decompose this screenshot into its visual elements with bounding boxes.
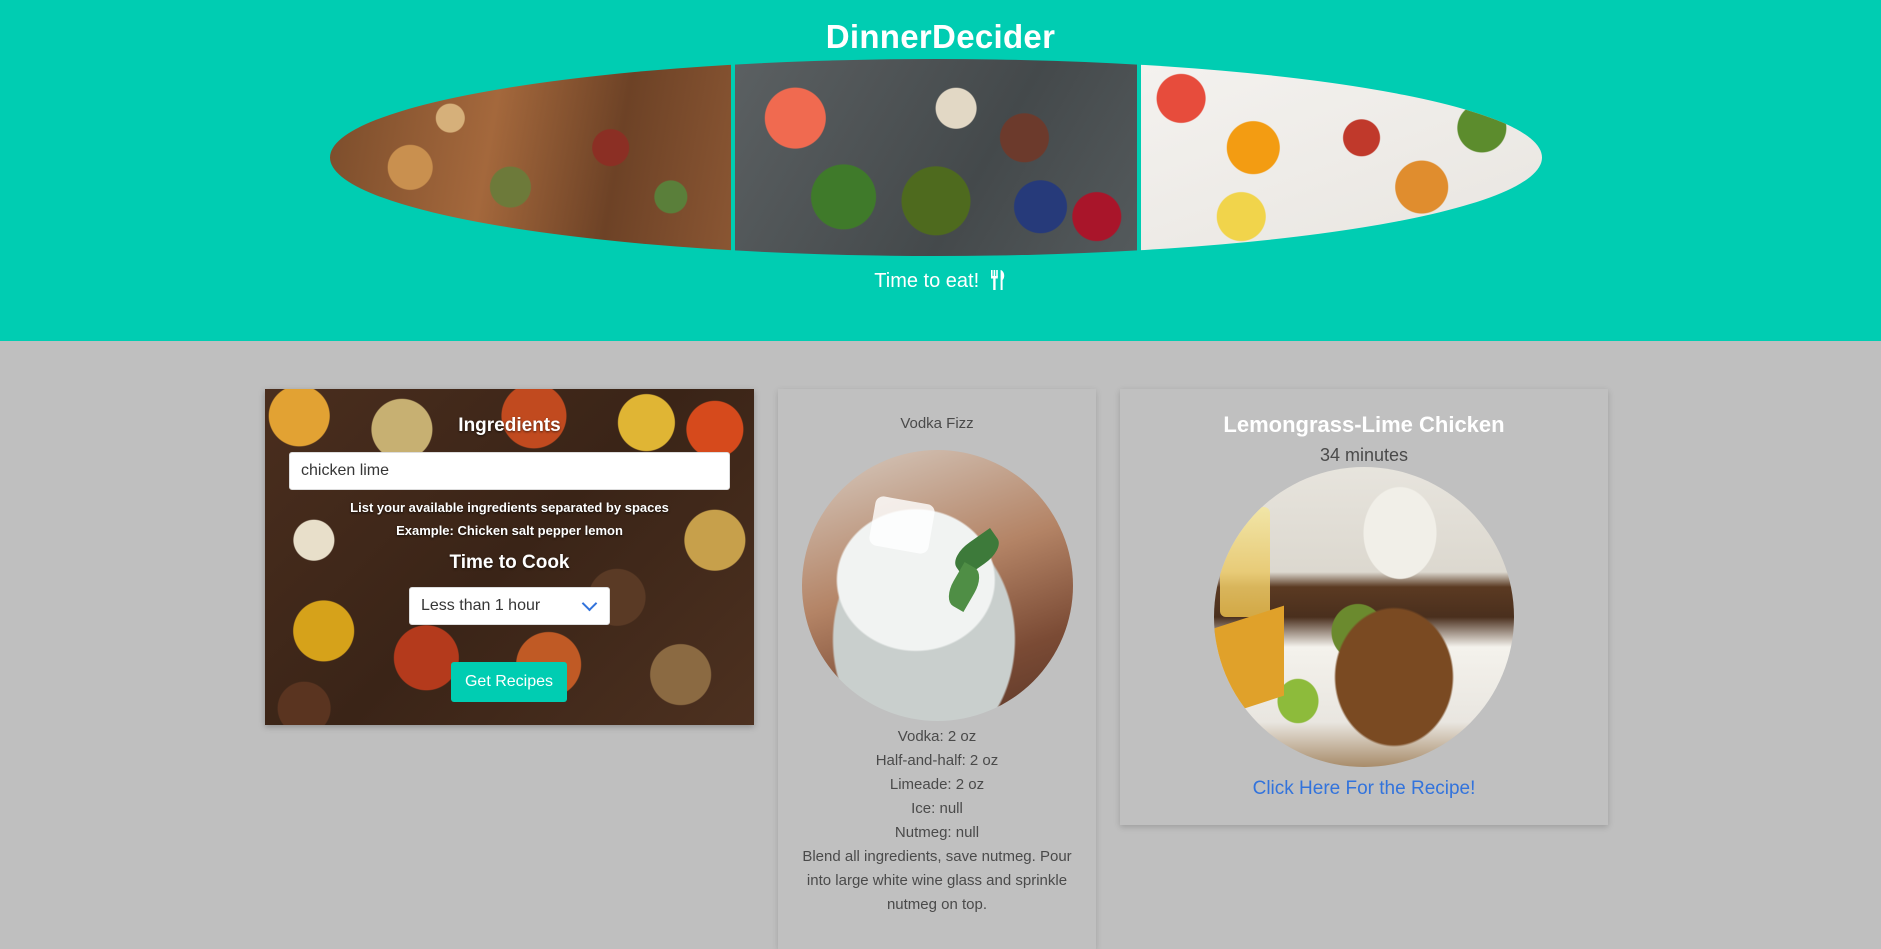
help-line-2: Example: Chicken salt pepper lemon: [396, 523, 623, 538]
time-selected-value: Less than 1 hour: [421, 597, 541, 614]
recipe-link[interactable]: Click Here For the Recipe!: [1120, 778, 1608, 800]
fork-knife-icon: [990, 270, 1004, 290]
beer-glass: [1220, 507, 1270, 617]
drink-image: [802, 450, 1073, 721]
drink-ingredient: Half-and-half: 2 oz: [875, 752, 999, 769]
drink-ingredient: Ice: null: [911, 800, 963, 817]
drink-ingredient: Nutmeg: null: [894, 824, 980, 841]
drink-ingredient: Limeade: 2 oz: [889, 776, 985, 793]
napkin: [1214, 605, 1284, 719]
recipe-image: [1214, 467, 1514, 767]
recipe-time: 34 minutes: [1319, 445, 1409, 465]
brand-title: DinnerDecider: [825, 18, 1056, 55]
fruits-image: [1140, 59, 1542, 256]
ingredients-input[interactable]: [289, 452, 730, 490]
time-to-cook-select[interactable]: Less than 1 hour: [409, 587, 610, 625]
drink-ingredient: Vodka: 2 oz: [897, 728, 977, 745]
tagline: Time to eat!: [0, 270, 1881, 293]
get-recipes-button[interactable]: Get Recipes: [451, 662, 567, 702]
mint-leaf: [942, 561, 986, 613]
time-to-cook-heading: Time to Cook: [449, 552, 570, 573]
ingredient-search-card: Ingredients List your available ingredie…: [265, 389, 754, 725]
chevron-down-icon: [581, 595, 598, 612]
spices-image: [330, 59, 732, 256]
ice-cube: [868, 495, 936, 555]
ingredients-help: List your available ingredients separate…: [265, 496, 754, 542]
help-line-1: List your available ingredients separate…: [350, 500, 669, 515]
hero-header: DinnerDecider Time to eat!: [0, 0, 1881, 341]
vegetables-image: [735, 59, 1137, 256]
ingredients-heading: Ingredients: [458, 415, 561, 436]
drink-card: Vodka Fizz Vodka: 2 oz Half-and-half: 2 …: [778, 389, 1096, 949]
recipe-card: Lemongrass-Lime Chicken 34 minutes Click…: [1120, 389, 1608, 825]
drink-name: Vodka Fizz: [900, 415, 974, 432]
drink-instructions: Blend all ingredients, save nutmeg. Pour…: [802, 848, 1072, 913]
drink-ingredient-list: Vodka: 2 oz Half-and-half: 2 oz Limeade:…: [778, 725, 1096, 845]
hero-image-strip: [330, 59, 1542, 256]
tagline-text: Time to eat!: [874, 270, 980, 292]
recipe-title: Lemongrass-Lime Chicken: [1223, 412, 1505, 437]
